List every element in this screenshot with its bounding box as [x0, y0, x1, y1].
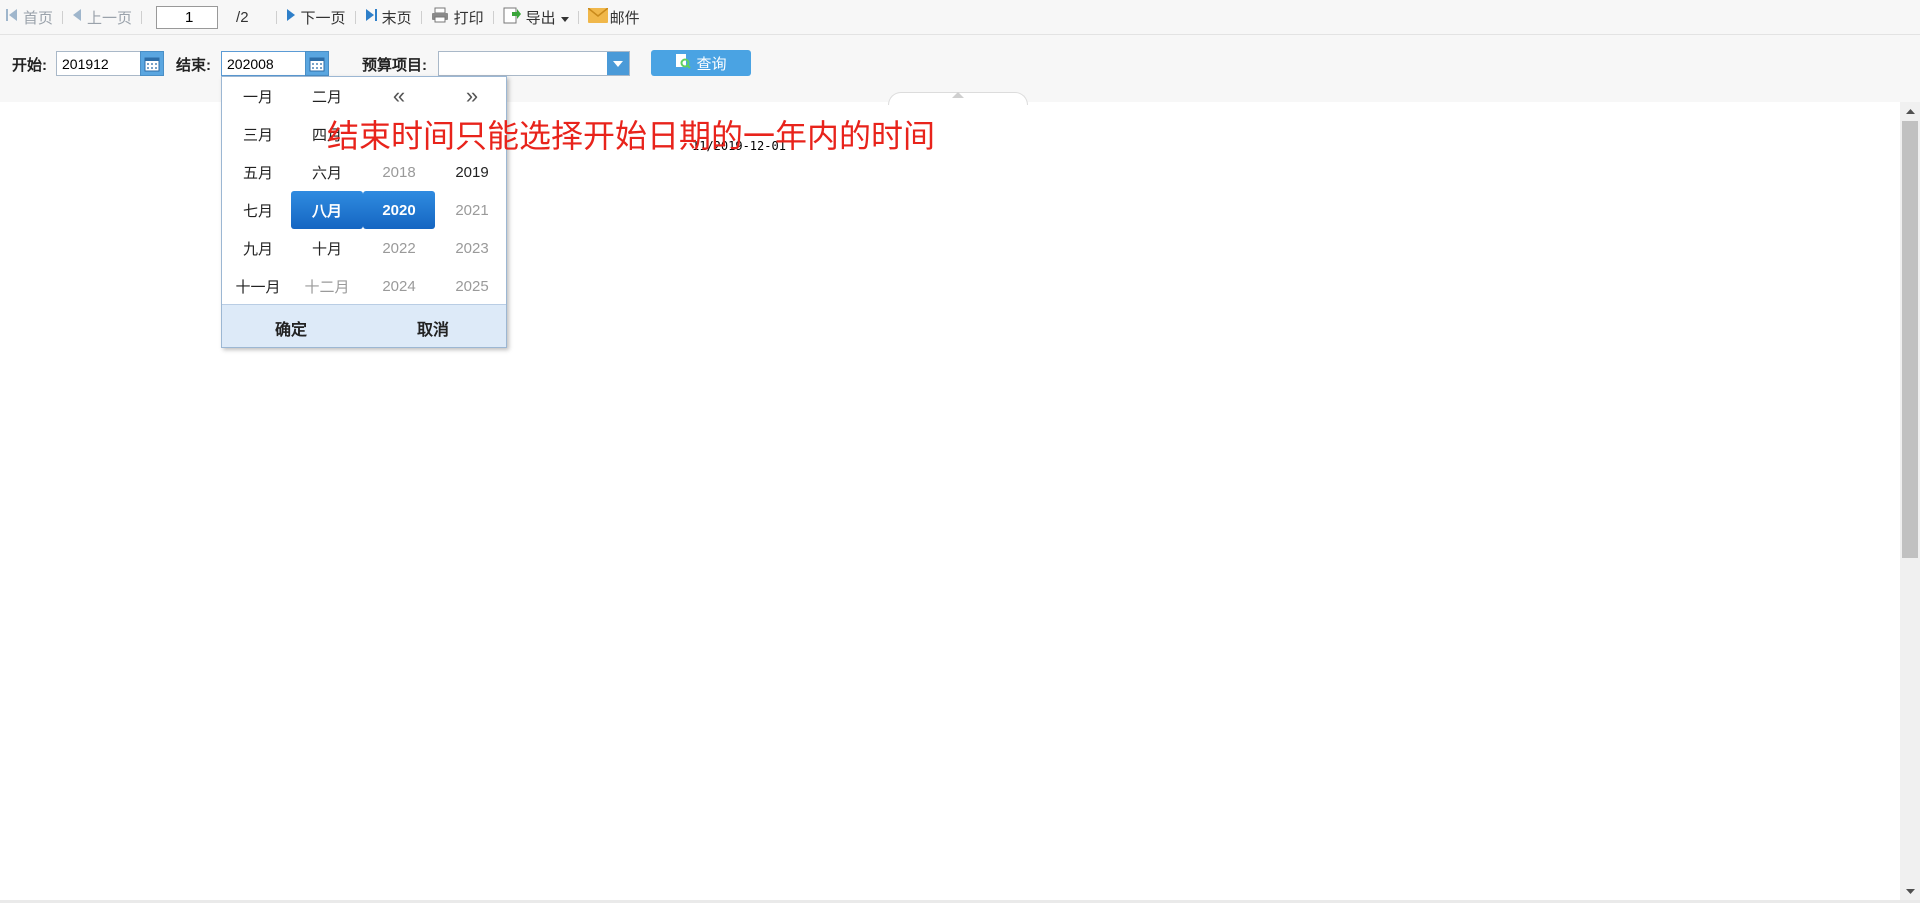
last-page-icon [365, 8, 377, 26]
start-calendar-button[interactable] [140, 51, 164, 76]
page-number-input[interactable] [156, 5, 219, 29]
picker-cancel-button[interactable]: 取消 [417, 316, 449, 340]
collapse-handle[interactable] [888, 92, 1028, 105]
query-label: 查询 [696, 55, 727, 73]
chevron-down-icon [560, 9, 569, 26]
last-page-label: 末页 [381, 9, 412, 27]
month-mar[interactable]: 三月 [222, 115, 294, 153]
month-feb[interactable]: 二月 [291, 77, 363, 115]
toolbar-divider [354, 10, 356, 24]
year-2020-selected[interactable]: 2020 [363, 191, 435, 229]
scroll-up-arrow[interactable] [1900, 102, 1920, 120]
next-page-icon [286, 8, 296, 26]
chevron-down-icon [1905, 888, 1915, 894]
mail-label: 邮件 [609, 9, 640, 27]
year-2022[interactable]: 2022 [363, 229, 435, 267]
end-date-input[interactable] [221, 51, 307, 76]
prev-years-button[interactable]: « [363, 77, 435, 115]
vertical-scrollbar[interactable] [1900, 102, 1920, 900]
year-2024[interactable]: 2024 [363, 267, 435, 305]
print-label: 打印 [453, 9, 484, 27]
chevron-up-icon [1905, 108, 1915, 114]
year-2018[interactable]: 2018 [363, 153, 435, 191]
annotation-text: 结束时间只能选择开始日期的一年内的时间 [327, 117, 936, 155]
prev-page-label: 上一页 [87, 9, 133, 27]
month-sep[interactable]: 九月 [222, 229, 294, 267]
toolbar-divider [62, 10, 64, 24]
search-doc-icon [675, 53, 692, 73]
report-toolbar: 首页 上一页 /2 下一页 末页 打印 导出 [0, 0, 1920, 35]
export-button[interactable]: 导出 [503, 0, 569, 35]
month-may[interactable]: 五月 [222, 153, 294, 191]
start-date-input[interactable] [56, 51, 142, 76]
budget-item-label: 预算项目: [362, 57, 427, 74]
scroll-thumb[interactable] [1902, 121, 1918, 558]
chevron-down-icon [613, 60, 623, 67]
next-page-label: 下一页 [300, 9, 346, 27]
month-aug-selected[interactable]: 八月 [291, 191, 363, 229]
last-page-button[interactable]: 末页 [365, 0, 412, 35]
toolbar-divider [420, 10, 422, 24]
end-label: 结束: [176, 57, 211, 74]
printer-icon [431, 7, 449, 27]
prev-page-button[interactable]: 上一页 [72, 0, 132, 35]
scroll-down-arrow[interactable] [1900, 882, 1920, 900]
first-page-label: 首页 [23, 9, 54, 27]
month-nov[interactable]: 十一月 [222, 267, 294, 305]
toolbar-divider [577, 10, 579, 24]
start-label: 开始: [12, 57, 47, 74]
toolbar-divider [492, 10, 494, 24]
toolbar-divider [275, 10, 277, 24]
calendar-icon [309, 57, 325, 71]
next-page-button[interactable]: 下一页 [286, 0, 346, 35]
month-jan[interactable]: 一月 [222, 77, 294, 115]
calendar-icon [144, 57, 160, 71]
export-label: 导出 [525, 9, 556, 27]
year-2019[interactable]: 2019 [436, 153, 508, 191]
first-page-icon [6, 8, 18, 26]
mail-button[interactable]: 邮件 [587, 0, 640, 35]
end-calendar-button[interactable] [305, 51, 329, 76]
month-dec[interactable]: 十二月 [291, 267, 363, 305]
export-icon [503, 6, 521, 28]
query-button[interactable]: 查询 [651, 50, 751, 76]
year-2025[interactable]: 2025 [436, 267, 508, 305]
select-dropdown-button[interactable] [607, 52, 629, 75]
month-jul[interactable]: 七月 [222, 191, 294, 229]
page-total: /2 [236, 8, 249, 26]
picker-ok-button[interactable]: 确定 [275, 316, 307, 340]
toolbar-divider [141, 10, 143, 24]
first-page-button[interactable]: 首页 [6, 0, 53, 35]
mail-icon [587, 6, 609, 27]
year-2023[interactable]: 2023 [436, 229, 508, 267]
next-years-button[interactable]: » [436, 77, 508, 115]
picker-footer: 确定 取消 [222, 304, 506, 347]
month-oct[interactable]: 十月 [291, 229, 363, 267]
prev-page-icon [72, 8, 82, 26]
month-jun[interactable]: 六月 [291, 153, 363, 191]
budget-item-select[interactable] [438, 51, 630, 76]
year-2021[interactable]: 2021 [436, 191, 508, 229]
print-button[interactable]: 打印 [431, 0, 484, 35]
